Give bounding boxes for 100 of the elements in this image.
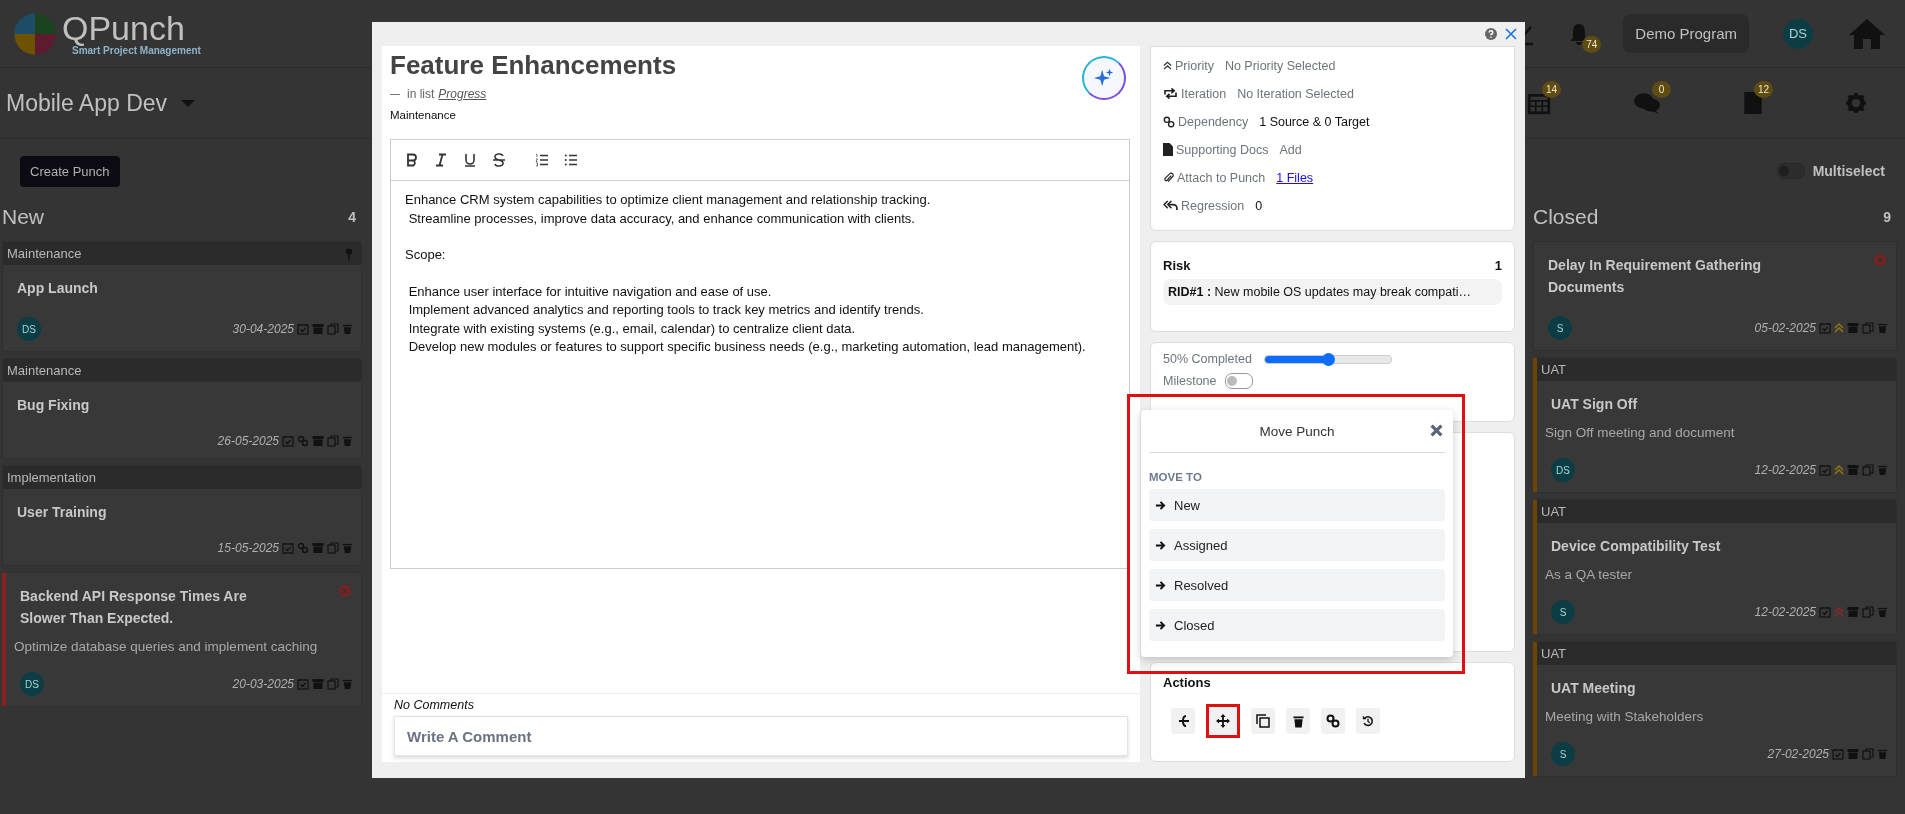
calendar-check-icon[interactable] — [282, 542, 294, 554]
calendar-check-icon[interactable] — [1819, 322, 1831, 334]
archive-icon[interactable] — [312, 323, 324, 335]
close-circle-icon[interactable] — [339, 585, 351, 597]
close-icon[interactable] — [1505, 28, 1517, 40]
bullet-list-icon[interactable] — [564, 153, 578, 167]
multiselect-label: Multiselect — [1812, 163, 1885, 179]
calendar-check-icon[interactable] — [1832, 748, 1844, 760]
trash-icon[interactable] — [1877, 606, 1888, 618]
archive-icon[interactable] — [1847, 748, 1859, 760]
copy-icon[interactable] — [1862, 322, 1874, 334]
trash-icon — [1292, 715, 1304, 728]
copy-icon[interactable] — [1862, 748, 1874, 760]
copy-icon[interactable] — [1862, 606, 1874, 618]
help-icon[interactable] — [1485, 28, 1497, 40]
archive-icon[interactable] — [1847, 322, 1859, 334]
archive-icon[interactable] — [1847, 606, 1859, 618]
punch-card[interactable]: UAT Device Compatibility Test As a QA tester S 12-02-2025 — [1533, 499, 1897, 635]
card-description: Meeting with Stakeholders — [1544, 708, 1705, 724]
milestone-toggle[interactable] — [1224, 373, 1253, 390]
user-avatar: DS — [1551, 458, 1575, 482]
ai-assist-button[interactable] — [1082, 56, 1126, 100]
copy-icon[interactable] — [1862, 464, 1874, 476]
punch-card[interactable]: UAT UAT Sign Off Sign Off meeting and document DS 12-02-2025 — [1533, 357, 1897, 493]
card-title: App Launch — [17, 279, 98, 298]
trash-icon[interactable] — [342, 542, 353, 554]
progress-label: 50% Completed — [1163, 352, 1252, 367]
file-icon — [1163, 143, 1173, 156]
branch-button[interactable] — [1171, 708, 1195, 735]
archive-icon[interactable] — [312, 542, 324, 554]
delete-button[interactable] — [1286, 708, 1310, 735]
archive-icon[interactable] — [312, 435, 324, 447]
punch-card[interactable]: Maintenance Bug Fixing 26-05-2025 — [2, 358, 362, 459]
option-label: Assigned — [1174, 537, 1228, 553]
copy-icon[interactable] — [327, 678, 339, 690]
link-button[interactable] — [1321, 708, 1345, 735]
trash-icon[interactable] — [1877, 748, 1888, 760]
bold-icon[interactable] — [405, 153, 419, 167]
move-option[interactable]: Resolved — [1149, 569, 1445, 601]
create-punch-button[interactable]: Create Punch — [20, 155, 120, 187]
move-option[interactable]: Assigned — [1149, 529, 1445, 561]
copy-icon[interactable] — [327, 542, 339, 554]
pin-icon[interactable] — [345, 246, 353, 261]
archive-icon[interactable] — [1847, 464, 1859, 476]
section-label: MOVE TO — [1149, 471, 1203, 483]
copy-button[interactable] — [1251, 708, 1275, 735]
numbered-list-icon[interactable] — [535, 153, 549, 167]
history-button[interactable] — [1356, 708, 1380, 735]
italic-icon[interactable] — [434, 153, 448, 167]
calendar-check-icon[interactable] — [297, 678, 309, 690]
archive-icon[interactable] — [312, 678, 324, 690]
home-icon[interactable] — [1847, 16, 1887, 51]
card-description: Sign Off meeting and document — [1544, 424, 1736, 440]
project-name[interactable]: Mobile App Dev — [6, 89, 168, 117]
copy-icon[interactable] — [327, 435, 339, 447]
calendar-icon[interactable] — [1527, 91, 1551, 115]
punch-card[interactable]: Implementation User Training 15-05-2025 — [2, 465, 362, 566]
close-circle-icon[interactable] — [1874, 254, 1886, 266]
copy-icon[interactable] — [327, 323, 339, 335]
column-count: 4 — [348, 209, 356, 225]
list-link[interactable]: Progress — [438, 87, 487, 101]
trash-icon[interactable] — [1877, 322, 1888, 334]
program-selector[interactable]: Demo Program — [1623, 14, 1749, 53]
link-icon[interactable] — [297, 435, 309, 447]
trash-icon[interactable] — [342, 323, 353, 335]
move-option[interactable]: New — [1149, 489, 1445, 521]
milestone-label: Milestone — [1163, 374, 1217, 389]
trash-icon[interactable] — [342, 435, 353, 447]
paperclip-icon — [1163, 171, 1174, 184]
underline-icon[interactable] — [463, 153, 477, 167]
comment-field[interactable]: Write A Comment — [394, 716, 1128, 756]
calendar-check-icon[interactable] — [297, 323, 309, 335]
caret-icon[interactable] — [181, 99, 196, 107]
description-editor[interactable] — [390, 139, 1130, 569]
calendar-check-icon[interactable] — [1819, 606, 1831, 618]
files-link[interactable]: 1 Files — [1276, 170, 1314, 185]
chat-icon[interactable] — [1633, 91, 1661, 115]
user-avatar[interactable]: DS — [1783, 18, 1813, 49]
trash-icon[interactable] — [1877, 464, 1888, 476]
risk-item[interactable]: RID#1 : New mobile OS updates may break compati… — [1163, 278, 1502, 305]
move-button[interactable] — [1206, 704, 1240, 739]
due-date: 12-02-2025 — [1754, 605, 1816, 619]
move-option[interactable]: Closed — [1149, 609, 1445, 641]
punch-card[interactable]: Delay In Requirement Gathering Documents S 05-02-2025 — [1533, 241, 1897, 351]
punch-card[interactable]: Backend API Response Times Are Slower Than Expected. Optimize database queries and implement caching DS 20-03-2025 — [2, 572, 362, 707]
calendar-check-icon[interactable] — [282, 435, 294, 447]
calendar-check-icon[interactable] — [1819, 464, 1831, 476]
progress-slider[interactable] — [1263, 354, 1392, 364]
close-icon[interactable] — [1430, 424, 1443, 437]
trash-icon[interactable] — [342, 678, 353, 690]
logo-title: QPunch — [62, 11, 185, 45]
slider-thumb[interactable] — [1321, 352, 1335, 366]
arrow-right-icon — [1155, 499, 1166, 511]
document-icon[interactable] — [1743, 91, 1763, 115]
link-icon[interactable] — [297, 542, 309, 554]
punch-card[interactable]: Maintenance App Launch DS 30-04-2025 — [2, 241, 362, 352]
card-title: Bug Fixing — [17, 396, 90, 415]
punch-card[interactable]: UAT UAT Meeting Meeting with Stakeholders S 27-02-2025 — [1533, 641, 1897, 777]
strikethrough-icon[interactable] — [492, 153, 506, 167]
settings-icon[interactable] — [1845, 92, 1867, 114]
